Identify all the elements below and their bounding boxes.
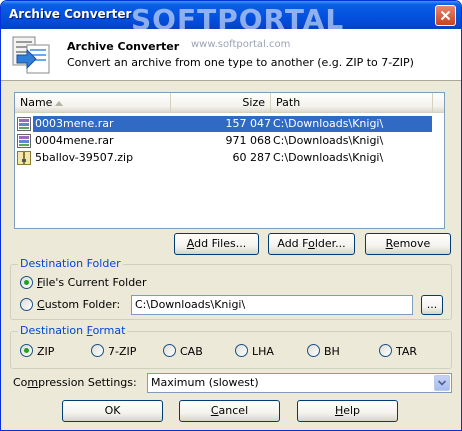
column-name-label: Name [20,96,53,109]
current-folder-post: ile's Current Folder [42,276,147,289]
format-radio-bh[interactable] [307,344,320,357]
file-path: C:\Downloads\Knigi\ [273,117,384,130]
format-label-7zip[interactable]: 7-ZIP [108,345,136,358]
format-label-zip[interactable]: ZIP [37,345,54,358]
remove-label-mnemonic: R [385,237,393,250]
add-files-label-post: dd Files... [194,237,247,250]
add-files-button[interactable]: Add Files... [174,233,259,255]
add-folder-button[interactable]: Add Folder... [268,233,355,255]
zip-archive-icon [17,151,31,165]
compression-settings-select[interactable]: Maximum (slowest) [147,373,452,393]
cancel-label-post: ancel [218,404,249,417]
remove-label-post: emove [392,237,431,250]
format-label-bh[interactable]: BH [324,345,340,358]
help-button[interactable]: Help [297,400,398,422]
file-row[interactable]: 5ballov-39507.zip 60 287 C:\Downloads\Kn… [15,150,444,166]
file-name: 0003mene.rar [35,117,114,130]
file-list[interactable]: Name Size Path 0003mene.rar 157 047 C:\D… [14,92,445,229]
format-radio-tar[interactable] [379,344,392,357]
header-watermark: www.softportal.com [191,39,291,50]
window-title: Archive Converter [9,7,132,21]
compression-selected-value: Maximum (slowest) [151,376,259,389]
rar-archive-icon [17,134,31,148]
chevron-down-icon [438,380,446,386]
column-size-header[interactable]: Size [171,93,271,113]
custom-folder-input[interactable]: C:\Downloads\Knigi\ [131,295,413,315]
format-radio-lha[interactable] [235,344,248,357]
close-icon [440,10,451,21]
custom-folder-radio[interactable] [20,298,33,311]
file-size: 60 287 [232,151,272,164]
file-name: 0004mene.rar [35,134,114,147]
format-label-cab[interactable]: CAB [180,345,203,358]
format-label-post: ormat [92,324,126,337]
destination-format-label: Destination Format [18,324,128,337]
compression-label-pre: Co [13,376,28,389]
custom-folder-label[interactable]: Custom Folder: [37,298,120,311]
file-name: 5ballov-39507.zip [35,151,134,164]
column-path-header[interactable]: Path [271,93,433,113]
destination-folder-label: Destination Folder [18,257,123,270]
custom-folder-mnemonic: C [37,298,45,311]
add-folder-label-mnemonic: o [308,237,315,250]
rar-archive-icon [17,117,31,131]
ok-button[interactable]: OK [62,400,163,422]
compression-settings-label: Compression Settings: [13,376,137,389]
sort-ascending-icon [55,101,63,106]
file-row[interactable]: 0004mene.rar 971 068 C:\Downloads\Knigi\ [15,133,444,149]
format-radio-zip[interactable] [20,344,33,357]
file-path: C:\Downloads\Knigi\ [273,151,384,164]
title-bar[interactable]: Archive Converter SOFTPORTAL [1,1,461,36]
browse-button[interactable]: ... [421,295,443,315]
column-size-label: Size [242,96,265,109]
help-label-mnemonic: H [334,404,344,417]
file-row[interactable]: 0003mene.rar 157 047 C:\Downloads\Knigi\ [15,116,444,132]
remove-button[interactable]: Remove [365,233,451,255]
cancel-button[interactable]: Cancel [179,400,280,422]
archive-convert-icon [12,36,50,74]
compression-label-post: pression Settings: [38,376,137,389]
format-label-tar[interactable]: TAR [396,345,417,358]
file-size: 971 068 [225,134,272,147]
help-label-post: elp [343,404,361,417]
close-button[interactable] [435,5,456,26]
column-path-label: Path [276,96,301,109]
column-name-header[interactable]: Name [15,93,171,113]
format-radio-7zip[interactable] [91,344,104,357]
header-title: Archive Converter [67,40,180,53]
format-radio-cab[interactable] [163,344,176,357]
column-header: Name Size Path [15,93,444,113]
compression-label-mnemonic: m [27,376,39,389]
file-size: 157 047 [225,117,272,130]
cancel-label-mnemonic: C [210,404,219,417]
add-folder-label-pre: Add F [277,237,309,250]
archive-converter-window: Archive Converter SOFTPORTAL Archive Con… [0,0,462,431]
add-folder-label-post: lder... [314,237,346,250]
format-label-pre: Destination [20,324,87,337]
files-current-folder-radio[interactable] [20,276,33,289]
header-panel: Archive Converter www.softportal.com Con… [1,29,461,81]
file-path: C:\Downloads\Knigi\ [273,134,384,147]
header-description: Convert an archive from one type to anot… [67,56,414,69]
custom-folder-post: ustom Folder: [44,298,121,311]
format-label-lha[interactable]: LHA [252,345,274,358]
files-current-folder-label[interactable]: File's Current Folder [37,276,146,289]
dropdown-button[interactable] [434,375,450,391]
